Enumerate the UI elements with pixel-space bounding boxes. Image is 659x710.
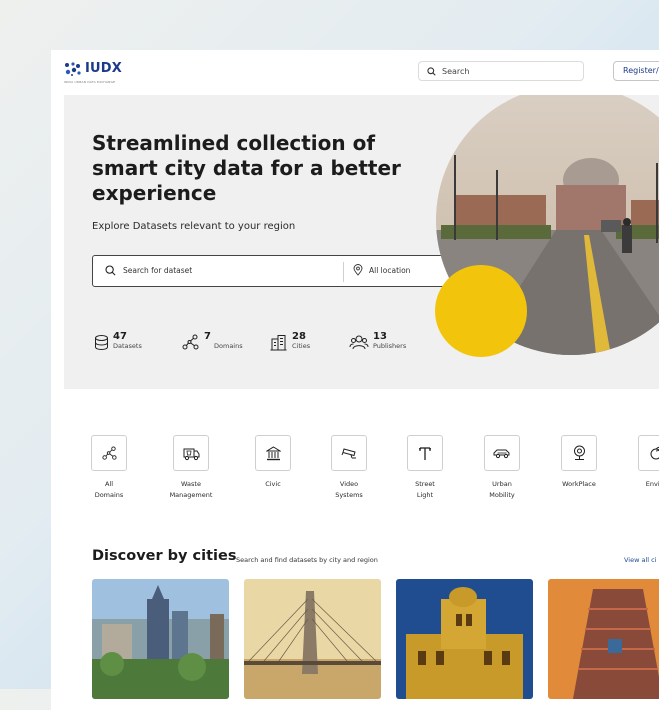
location-badge-icon — [573, 445, 585, 460]
location-pin-icon — [353, 264, 363, 276]
domain-label-line1: Street — [415, 480, 435, 488]
network-icon — [101, 445, 117, 460]
header-search-input[interactable]: Search — [418, 61, 584, 81]
city-card[interactable] — [396, 579, 533, 699]
domain-civic[interactable]: Civic — [238, 435, 308, 490]
stat-domains-value: 7 — [204, 331, 211, 342]
location-select[interactable]: All location — [369, 266, 410, 275]
city-skyline-image — [92, 579, 229, 699]
domain-video-systems[interactable]: Video Systems — [314, 435, 384, 501]
users-icon — [349, 335, 369, 350]
cctv-camera-icon — [341, 448, 356, 459]
logo-text: IUDX — [85, 61, 123, 76]
hero-section: Streamlined collection of smart city dat… — [64, 95, 659, 389]
search-icon — [105, 265, 116, 276]
stat-publishers-label: Publishers — [373, 342, 407, 350]
city-card[interactable] — [244, 579, 381, 699]
domain-label-line1: WorkPlace — [562, 480, 596, 488]
stat-cities-value: 28 — [292, 331, 306, 342]
stat-domains-label: Domains — [214, 342, 243, 350]
domain-label-line1: Video — [339, 480, 359, 488]
hero-subtitle: Explore Datasets relevant to your region — [92, 221, 296, 232]
network-icon — [182, 334, 199, 350]
street-light-icon — [419, 447, 431, 460]
domain-label-line1: All — [104, 480, 114, 488]
domain-label-line1: Waste — [181, 480, 201, 488]
stat-datasets-label: Datasets — [113, 342, 142, 350]
domain-workplace[interactable]: WorkPlace — [544, 435, 614, 490]
garbage-truck-icon — [183, 448, 199, 460]
dataset-search-input[interactable]: Search for dataset — [123, 266, 192, 275]
stat-publishers-value: 13 — [373, 331, 387, 342]
environment-icon — [650, 446, 659, 460]
cities-section-subtitle: Search and find datasets by city and reg… — [236, 556, 378, 564]
stat-publishers: 13 Publishers — [349, 332, 406, 351]
domain-label-line2: Mobility — [489, 491, 515, 499]
search-icon — [427, 66, 436, 76]
domain-street-light[interactable]: Street Light — [390, 435, 460, 501]
view-all-cities-link[interactable]: View all ci — [624, 556, 657, 564]
search-divider — [343, 262, 344, 282]
temple-gopuram-image — [548, 579, 659, 699]
stat-cities: 28 Cities — [270, 332, 310, 351]
car-icon — [493, 449, 510, 459]
domain-urban-mobility[interactable]: Urban Mobility — [467, 435, 537, 501]
domain-label-line2: Management — [169, 491, 213, 499]
stat-domains: 7 Domains — [182, 332, 243, 351]
domain-environment[interactable]: Enviro — [621, 435, 659, 490]
domain-label-line2: Systems — [335, 491, 363, 499]
sea-link-bridge-image — [244, 579, 381, 699]
decorative-yellow-circle — [435, 265, 527, 357]
domain-waste-management[interactable]: Waste Management — [156, 435, 226, 501]
domain-label-line2: Light — [416, 491, 434, 499]
header-search-placeholder: Search — [442, 66, 470, 76]
iudx-logo[interactable]: IUDX — [64, 61, 122, 76]
domain-label-line1: Civic — [265, 480, 281, 488]
logo-mark-icon — [65, 61, 81, 76]
civic-building-icon — [265, 445, 281, 460]
register-login-button[interactable]: Register/L — [613, 61, 659, 81]
domain-label-line1: Urban — [492, 480, 512, 488]
stat-datasets-value: 47 — [113, 331, 127, 342]
domain-label-line1: Enviro — [645, 480, 659, 488]
app-window: IUDX INDIA URBAN DATA EXCHANGE Search Re… — [51, 50, 659, 710]
hero-title: Streamlined collection of smart city dat… — [92, 131, 401, 205]
buildings-icon — [270, 335, 287, 351]
city-card[interactable] — [548, 579, 659, 699]
city-card[interactable] — [92, 579, 229, 699]
domain-label-line2: Domains — [94, 491, 124, 499]
cities-section-title: Discover by cities — [92, 548, 237, 564]
domain-all-domains[interactable]: All Domains — [74, 435, 144, 501]
logo-subtext: INDIA URBAN DATA EXCHANGE — [64, 80, 116, 84]
stat-cities-label: Cities — [292, 342, 311, 350]
heritage-building-image — [396, 579, 533, 699]
stat-datasets: 47 Datasets — [93, 332, 142, 351]
database-icon — [95, 335, 108, 351]
